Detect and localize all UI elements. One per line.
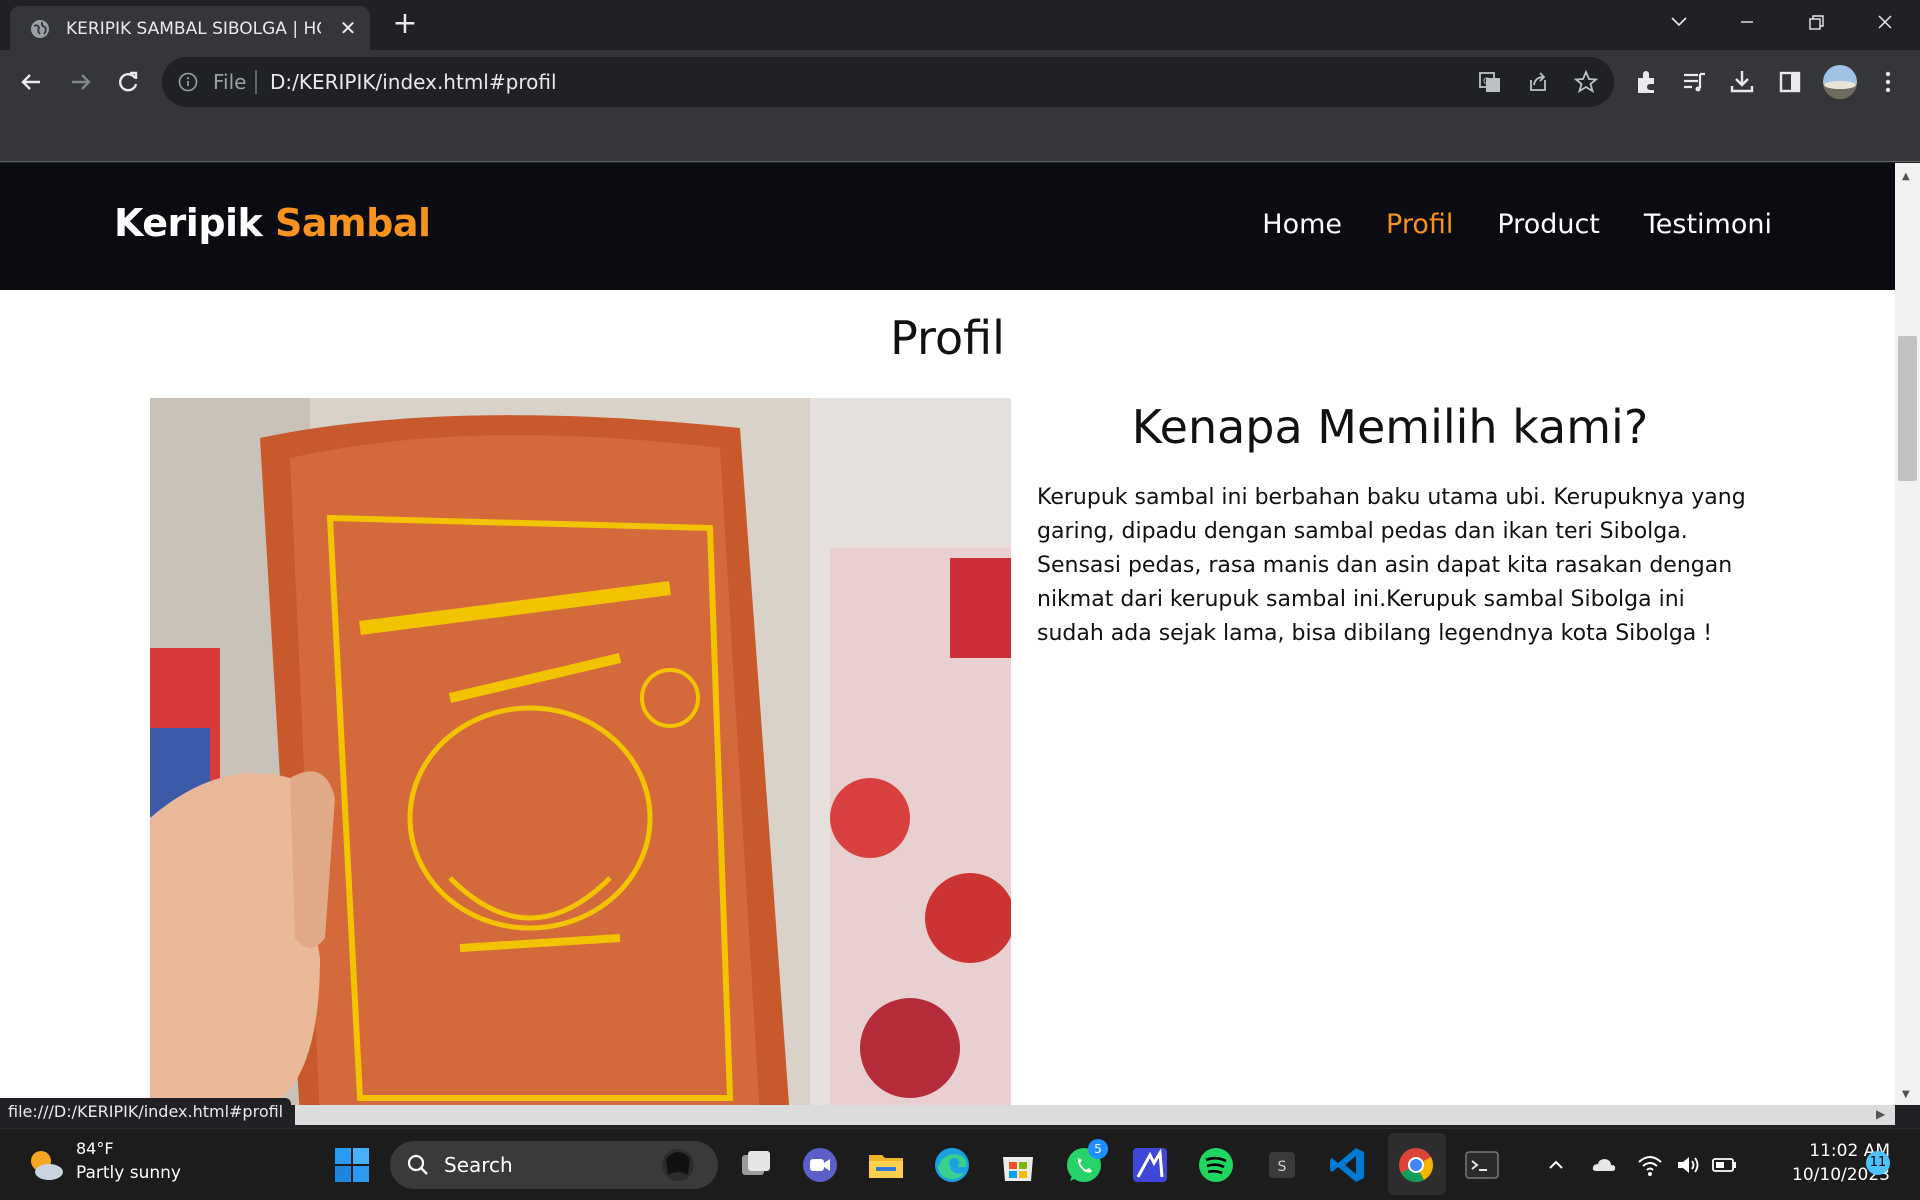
site-navbar: Keripik Sambal Home Profil Product Testi… (0, 163, 1895, 290)
section-title: Profil (890, 311, 1005, 365)
page-viewport: Keripik Sambal Home Profil Product Testi… (0, 163, 1895, 1105)
edge-browser-icon[interactable] (930, 1143, 974, 1187)
wifi-icon[interactable] (1636, 1151, 1664, 1179)
extensions-icon[interactable] (1630, 66, 1662, 98)
scheme-label: File (213, 70, 247, 94)
weather-description: Partly sunny (76, 1163, 181, 1183)
side-panel-icon[interactable] (1774, 66, 1806, 98)
bookmark-bar (0, 114, 1920, 162)
tab-search-icon[interactable] (1656, 4, 1702, 40)
vscode-icon[interactable] (1326, 1143, 1370, 1187)
bookmark-star-icon[interactable] (1570, 66, 1602, 98)
product-photo (150, 398, 1011, 1105)
task-view-icon[interactable] (734, 1143, 778, 1187)
reload-icon[interactable] (110, 64, 146, 100)
info-icon[interactable] (178, 72, 198, 92)
more-menu-icon[interactable] (1872, 66, 1904, 98)
scroll-right-arrow-icon[interactable]: ▶ (1876, 1107, 1890, 1121)
taskbar-search[interactable]: Search (390, 1141, 718, 1189)
horizontal-scrollbar[interactable] (295, 1105, 1895, 1125)
nav-link-product[interactable]: Product (1497, 209, 1600, 240)
why-heading: Kenapa Memilih kami? (1131, 400, 1649, 454)
search-highlight-image (662, 1149, 694, 1181)
nav-menu: Home Profil Product Testimoni (1218, 209, 1772, 240)
nav-link-profil[interactable]: Profil (1386, 209, 1453, 240)
brand-accent-text: Sambal (275, 201, 431, 245)
close-window-icon[interactable] (1862, 4, 1908, 40)
browser-tab[interactable]: KERIPIK SAMBAL SIBOLGA | HOME ✕ (10, 6, 370, 50)
share-icon[interactable] (1522, 66, 1554, 98)
taskbar: 84°F Partly sunny Search 5 S 11:02 AM 10… (0, 1128, 1920, 1200)
profile-avatar[interactable] (1822, 64, 1858, 100)
volume-icon[interactable] (1674, 1151, 1702, 1179)
brand-text: Keripik (114, 201, 276, 245)
search-icon (407, 1154, 428, 1175)
onedrive-icon[interactable] (1590, 1151, 1618, 1179)
url-text[interactable]: D:/KERIPIK/index.html#profil (270, 70, 557, 94)
file-explorer-icon[interactable] (864, 1143, 908, 1187)
whatsapp-unread-badge: 5 (1088, 1139, 1108, 1159)
scroll-down-arrow-icon[interactable]: ▼ (1902, 1089, 1910, 1100)
site-logo[interactable]: Keripik Sambal (114, 201, 431, 245)
minimize-icon[interactable] (1724, 4, 1770, 40)
address-bar[interactable]: File D:/KERIPIK/index.html#profil G (162, 57, 1614, 107)
microsoft-store-icon[interactable] (996, 1143, 1040, 1187)
notification-badge[interactable]: 11 (1866, 1151, 1890, 1175)
media-queue-icon[interactable] (1678, 66, 1710, 98)
vertical-scroll-thumb[interactable] (1898, 336, 1917, 481)
weather-temperature: 84°F (76, 1139, 114, 1158)
browser-toolbar: File D:/KERIPIK/index.html#profil G (0, 50, 1920, 114)
teams-chat-icon[interactable] (798, 1143, 842, 1187)
forward-arrow-icon[interactable] (62, 64, 98, 100)
link-status-bar: file:///D:/KERIPIK/index.html#profil (0, 1098, 292, 1126)
globe-icon (31, 20, 49, 38)
why-paragraph: Kerupuk sambal ini berbahan baku utama u… (1037, 485, 1746, 646)
sublime-app-icon[interactable]: S (1260, 1143, 1304, 1187)
windows-start-icon[interactable] (332, 1145, 372, 1185)
vector-app-icon[interactable] (1128, 1143, 1172, 1187)
download-icon[interactable] (1726, 66, 1758, 98)
svg-text:S: S (1278, 1159, 1287, 1175)
back-arrow-icon[interactable] (14, 64, 50, 100)
scroll-up-arrow-icon[interactable]: ▲ (1902, 171, 1910, 182)
chevron-up-icon[interactable] (1544, 1153, 1568, 1177)
new-tab-button[interactable]: + (390, 9, 420, 40)
nav-link-home[interactable]: Home (1262, 209, 1342, 240)
spotify-icon[interactable] (1194, 1143, 1238, 1187)
vertical-scrollbar[interactable]: ▲ ▼ (1895, 163, 1920, 1105)
battery-icon[interactable] (1710, 1151, 1738, 1179)
partly-sunny-icon[interactable] (24, 1145, 66, 1185)
tab-strip: KERIPIK SAMBAL SIBOLGA | HOME ✕ + (0, 0, 1920, 50)
restore-icon[interactable] (1793, 4, 1839, 40)
svg-text:G: G (1483, 77, 1490, 87)
chrome-icon[interactable] (1394, 1143, 1438, 1187)
nav-link-testimoni[interactable]: Testimoni (1644, 209, 1772, 240)
search-label: Search (444, 1153, 513, 1177)
omnibox-divider (255, 70, 257, 94)
terminal-icon[interactable] (1460, 1143, 1504, 1187)
tab-close-icon[interactable]: ✕ (336, 16, 360, 40)
translate-icon[interactable]: G (1474, 66, 1506, 98)
tab-title: KERIPIK SAMBAL SIBOLGA | HOME (66, 19, 321, 39)
